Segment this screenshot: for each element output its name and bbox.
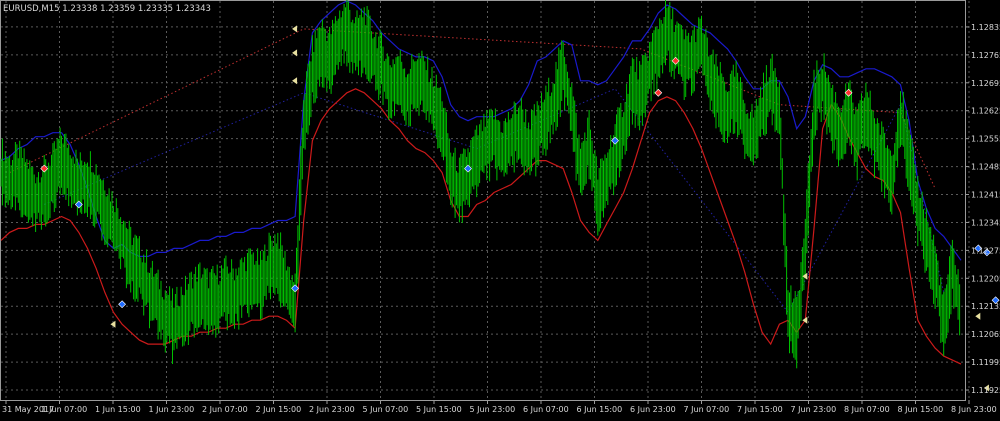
x-tick-label: 6 Jun 23:00 [630, 405, 676, 414]
y-tick-label: 1.12765 [971, 51, 1000, 60]
x-tick-label: 8 Jun 23:00 [951, 405, 997, 414]
x-tick-label: 2 Jun 15:00 [256, 405, 302, 414]
x-tick-label: 5 Jun 15:00 [416, 405, 462, 414]
x-tick-label: 1 Jun 07:00 [42, 405, 88, 414]
x-tick-label: 2 Jun 07:00 [202, 405, 248, 414]
x-tick-label: 5 Jun 07:00 [363, 405, 409, 414]
y-tick-label: 1.11995 [971, 358, 1000, 367]
y-tick-label: 1.11925 [971, 386, 1000, 395]
x-tick-label: 8 Jun 07:00 [844, 405, 890, 414]
y-tick-label: 1.12695 [971, 79, 1000, 88]
x-tick-label: 2 Jun 23:00 [309, 405, 355, 414]
y-tick-label: 1.12345 [971, 218, 1000, 227]
x-tick-label: 1 Jun 15:00 [95, 405, 141, 414]
y-tick-label: 1.12415 [971, 191, 1000, 200]
x-tick-label: 7 Jun 07:00 [684, 405, 730, 414]
x-tick-label: 6 Jun 07:00 [523, 405, 569, 414]
x-tick-label: 6 Jun 15:00 [577, 405, 623, 414]
y-tick-label: 1.12275 [971, 246, 1000, 255]
x-tick-label: 7 Jun 23:00 [791, 405, 837, 414]
x-tick-label: 8 Jun 15:00 [898, 405, 944, 414]
chart-area[interactable]: 1.12835 1.12765 1.12695 1.12625 1.12555 1.124… [0, 0, 1000, 417]
y-tick-label: 1.12205 [971, 274, 1000, 283]
chart-title: EURUSD,M15 1.23338 1.23359 1.23335 1.233… [3, 4, 211, 14]
x-tick-label: 5 Jun 23:00 [470, 405, 516, 414]
y-tick-label: 1.12485 [971, 163, 1000, 172]
y-tick-label: 1.12135 [971, 302, 1000, 311]
y-tick-label: 1.12065 [971, 330, 1000, 339]
chart-background [0, 0, 1000, 417]
price-chart[interactable]: 1.12835 1.12765 1.12695 1.12625 1.12555 1.124… [0, 0, 1000, 417]
x-tick-label: 1 Jun 23:00 [149, 405, 195, 414]
y-tick-label: 1.12625 [971, 107, 1000, 116]
x-tick-label: 7 Jun 15:00 [737, 405, 783, 414]
y-tick-label: 1.12835 [971, 23, 1000, 32]
y-tick-label: 1.12555 [971, 135, 1000, 144]
